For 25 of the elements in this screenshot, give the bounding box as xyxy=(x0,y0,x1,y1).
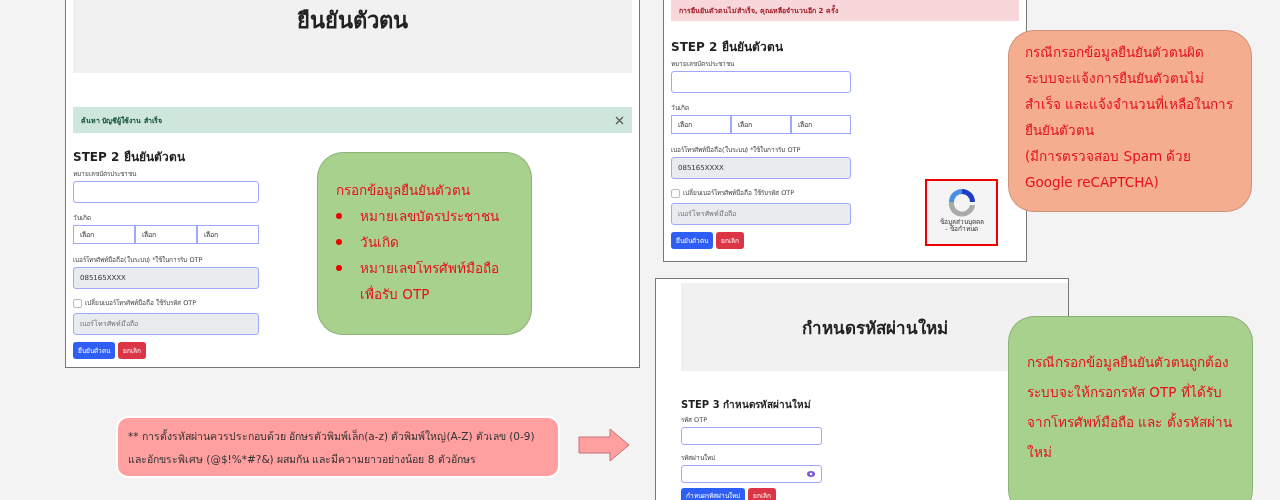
step-heading: STEP 3 กำหนดรหัสผ่านใหม่ xyxy=(681,397,813,412)
callout-text: กรณีกรอกข้อมูลยืนยันตัวตนถูกต้อง ระบบจะให้กรอกรหัส OTP ที่ได้รับจากโทรศัพท์มือถือ และ ตั้งรหัสผ่านใหม่ xyxy=(1027,353,1233,462)
bullet-icon xyxy=(336,239,342,245)
checkbox[interactable] xyxy=(671,188,680,198)
eye-icon[interactable] xyxy=(807,471,815,477)
step-heading: STEP 2 ยืนยันตัวตน xyxy=(73,149,186,166)
bullet-icon xyxy=(336,265,342,271)
close-icon[interactable] xyxy=(615,115,624,125)
bullet-icon xyxy=(336,213,342,219)
right-arrow-icon xyxy=(578,428,630,462)
callout-text: (มีการตรวจสอบ Spam ด้วย Google reCAPTCHA) xyxy=(1025,147,1193,192)
step-heading: STEP 2 ยืนยันตัวตน xyxy=(671,39,784,56)
password-rule-note: ** การตั้งรหัสผ่านควรประกอบด้วย อักษรตัวพิมพ์เล็ก(a-z) ตัวพิมพ์ใหญ่(A-Z) ตัวเลข (0-9) และอักขระพิเศษ (@$!%*#?&) ผสมกัน และมีความยาวอย่างน้อย 8 ตัวอักษร xyxy=(116,416,560,478)
bullet-text: หมายเลขโทรศัพท์มือถือเพื่อรับ OTP xyxy=(360,259,500,304)
input-field[interactable] xyxy=(681,427,822,445)
checkbox[interactable] xyxy=(73,298,82,308)
bullet-text: หมายเลขบัตรประชาชน xyxy=(360,207,499,226)
input-field[interactable] xyxy=(73,181,259,203)
page-title: ยืนยันตัวตน xyxy=(297,7,408,35)
callout-text: กรณีกรอกข้อมูลยืนยันตัวตนผิด ระบบจะแจ้งการยืนยันตัวตนไม่สำเร็จ และแจ้งจำนวนที่เหลือในการยืนยันตัวตน xyxy=(1025,43,1235,140)
input-field[interactable] xyxy=(671,71,851,93)
bullet-text: วันเกิด xyxy=(360,233,399,252)
page-title: กำหนดรหัสผ่านใหม่ xyxy=(801,316,948,340)
callout-title: กรอกข้อมูลยืนยันตัวตน xyxy=(336,181,471,201)
password-field[interactable] xyxy=(681,465,822,483)
